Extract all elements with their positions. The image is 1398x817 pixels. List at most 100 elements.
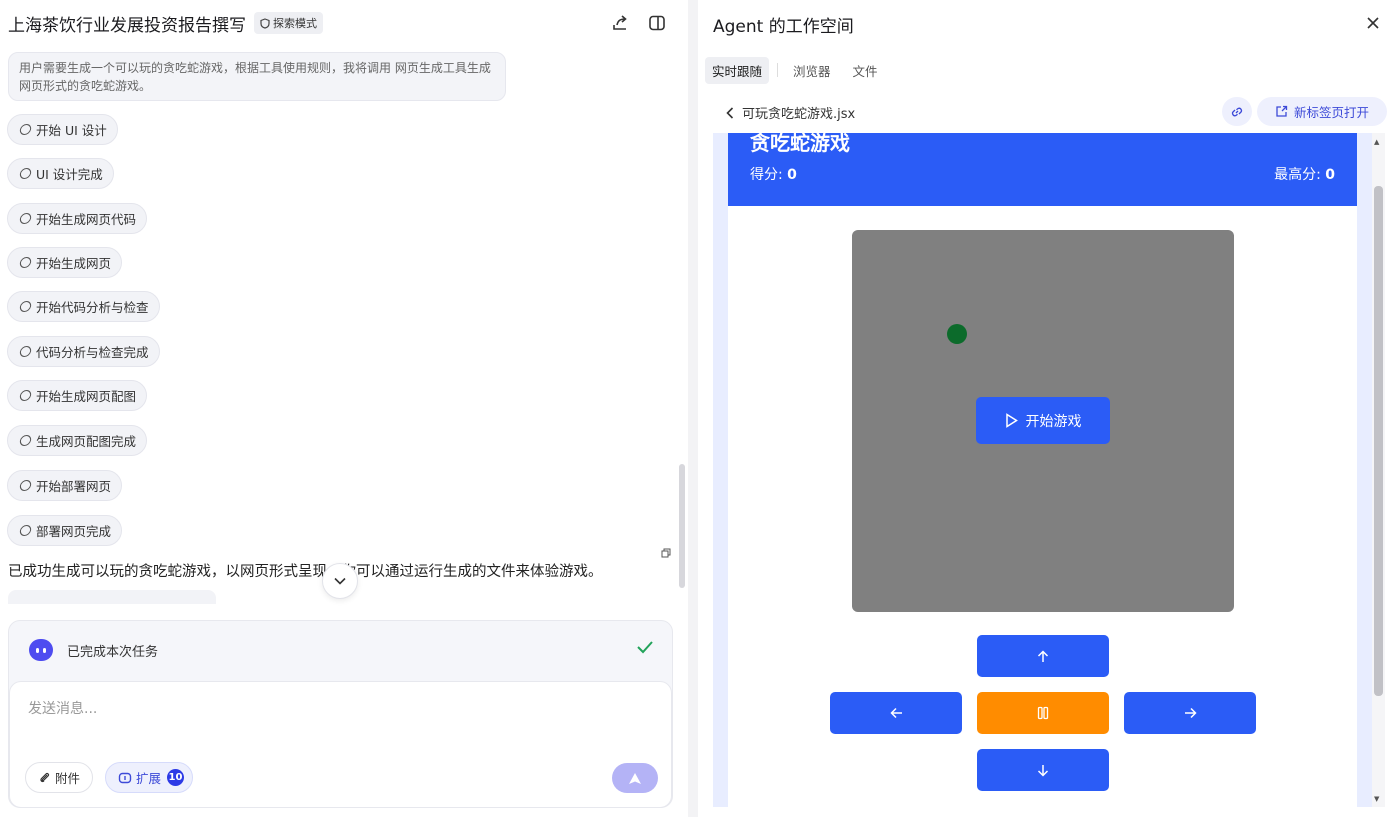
start-game-label: 开始游戏 xyxy=(1025,413,1082,430)
step-label: 部署网页完成 xyxy=(36,524,112,539)
step-chip[interactable]: UI 设计完成 xyxy=(7,158,114,189)
step-label: UI 设计完成 xyxy=(36,167,103,182)
open-in-new-tab-label: 新标签页打开 xyxy=(1293,105,1369,120)
pause-icon xyxy=(1037,706,1049,720)
step-label: 开始生成网页代码 xyxy=(36,212,137,227)
game-header: 贪吃蛇游戏 得分: 0 最高分: 0 xyxy=(728,133,1357,206)
tab-divider xyxy=(777,63,779,77)
score-display: 得分: 0 xyxy=(750,164,797,184)
paperclip-icon xyxy=(40,772,50,783)
play-icon xyxy=(1005,413,1018,428)
high-score-value: 0 xyxy=(1325,167,1335,183)
bot-avatar-icon xyxy=(29,639,53,661)
extension-icon xyxy=(118,772,132,783)
scroll-up-arrow-icon[interactable]: ▲ xyxy=(1374,138,1379,146)
conversation-title: 上海茶饮行业发展投资报告撰写 xyxy=(8,15,246,36)
send-icon xyxy=(629,772,641,784)
workspace-tabs: 实时跟随 浏览器 文件 xyxy=(705,56,885,84)
score-value: 0 xyxy=(787,167,797,183)
high-score-label: 最高分: xyxy=(1274,167,1321,183)
tab-files[interactable]: 文件 xyxy=(846,57,885,84)
scroll-to-bottom-button[interactable] xyxy=(322,563,358,599)
attach-label: 附件 xyxy=(55,771,81,786)
step-chip[interactable]: 开始 UI 设计 xyxy=(7,114,118,145)
game-board[interactable]: 开始游戏 xyxy=(852,230,1234,612)
tab-live-follow[interactable]: 实时跟随 xyxy=(705,56,770,84)
step-status-icon xyxy=(18,301,33,312)
chevron-down-icon xyxy=(334,577,346,585)
step-label: 开始生成网页配图 xyxy=(36,389,137,404)
step-chip[interactable]: 开始生成网页 xyxy=(7,247,123,278)
preview-scrollbar-thumb[interactable] xyxy=(1374,186,1383,696)
up-button[interactable] xyxy=(977,635,1109,677)
step-chip[interactable]: 开始代码分析与检查 xyxy=(7,291,160,322)
start-game-button[interactable]: 开始游戏 xyxy=(976,397,1110,444)
step-label: 开始代码分析与检查 xyxy=(36,300,149,315)
step-chip[interactable]: 部署网页完成 xyxy=(7,515,123,546)
step-chip[interactable]: 代码分析与检查完成 xyxy=(7,336,160,367)
step-label: 生成网页配图完成 xyxy=(36,434,137,449)
arrow-down-icon xyxy=(1037,764,1049,777)
snake-game: 贪吃蛇游戏 得分: 0 最高分: 0 开始游戏 xyxy=(728,133,1357,807)
check-icon xyxy=(636,639,654,658)
shield-icon xyxy=(260,17,270,29)
step-chip[interactable]: 开始生成网页代码 xyxy=(7,203,148,234)
down-button[interactable] xyxy=(977,749,1109,791)
step-status-icon xyxy=(18,435,33,446)
food-dot xyxy=(947,324,967,344)
step-status-icon xyxy=(18,257,33,268)
step-status-icon xyxy=(18,213,33,224)
file-back-button[interactable]: 可玩贪吃蛇游戏.jsx xyxy=(726,103,855,122)
arrow-right-icon xyxy=(1184,707,1197,719)
score-label: 得分: xyxy=(750,167,783,183)
workspace-panel: Agent 的工作空间 实时跟随 浏览器 文件 可玩贪吃蛇游戏.jsx 新标签页… xyxy=(698,0,1398,817)
step-label: 开始生成网页 xyxy=(36,256,112,271)
step-status-icon xyxy=(18,346,33,357)
step-status-icon xyxy=(18,390,33,401)
step-label: 开始部署网页 xyxy=(36,479,112,494)
arrow-up-icon xyxy=(1037,649,1049,662)
message-input[interactable] xyxy=(28,696,628,722)
chat-header: 上海茶饮行业发展投资报告撰写 探索模式 xyxy=(0,0,688,46)
task-status-label: 已完成本次任务 xyxy=(67,644,159,660)
extension-label: 扩展 xyxy=(136,771,162,786)
step-chip[interactable]: 开始部署网页 xyxy=(7,470,123,501)
chevron-left-icon xyxy=(726,106,734,119)
tab-browser[interactable]: 浏览器 xyxy=(786,57,838,84)
message-composer: 附件 扩展 10 xyxy=(9,681,672,808)
task-status-row: 已完成本次任务 xyxy=(9,621,672,679)
workspace-title: Agent 的工作空间 xyxy=(713,17,854,37)
scroll-down-arrow-icon[interactable]: ▼ xyxy=(1374,795,1379,803)
step-status-icon xyxy=(18,480,33,491)
send-button[interactable] xyxy=(612,763,658,793)
step-status-icon xyxy=(18,168,33,179)
preview-viewport: 贪吃蛇游戏 得分: 0 最高分: 0 开始游戏 xyxy=(713,133,1385,807)
external-link-icon xyxy=(1276,105,1288,117)
step-chip[interactable]: 生成网页配图完成 xyxy=(7,425,148,456)
open-in-new-tab-button[interactable]: 新标签页打开 xyxy=(1257,97,1387,126)
panel-divider[interactable] xyxy=(688,0,698,817)
extension-count-badge: 10 xyxy=(167,769,185,786)
left-button[interactable] xyxy=(830,692,962,734)
game-title: 贪吃蛇游戏 xyxy=(750,133,850,155)
attach-button[interactable]: 附件 xyxy=(25,762,94,793)
extension-button[interactable]: 扩展 10 xyxy=(105,762,194,793)
step-chip[interactable]: 开始生成网页配图 xyxy=(7,380,148,411)
step-label: 代码分析与检查完成 xyxy=(36,345,149,360)
close-icon[interactable] xyxy=(1362,12,1384,34)
link-icon[interactable] xyxy=(1222,97,1252,126)
right-button[interactable] xyxy=(1124,692,1256,734)
chat-scrollbar[interactable] xyxy=(679,464,685,588)
message-placeholder-bar xyxy=(8,590,216,604)
high-score-display: 最高分: 0 xyxy=(1274,164,1335,184)
share-icon[interactable] xyxy=(609,12,631,34)
panel-toggle-icon[interactable] xyxy=(646,12,668,34)
step-status-icon xyxy=(18,525,33,536)
mode-badge[interactable]: 探索模式 xyxy=(254,12,323,34)
mode-badge-label: 探索模式 xyxy=(273,17,317,30)
pause-button[interactable] xyxy=(977,692,1109,734)
thought-bubble: 用户需要生成一个可以玩的贪吃蛇游戏，根据工具使用规则，我将调用 网页生成工具生成… xyxy=(8,52,506,101)
step-status-icon xyxy=(18,124,33,135)
chat-panel: 上海茶饮行业发展投资报告撰写 探索模式 用户需要生成一个可以玩的贪吃蛇游戏，根据… xyxy=(0,0,688,817)
step-label: 开始 UI 设计 xyxy=(36,123,107,138)
